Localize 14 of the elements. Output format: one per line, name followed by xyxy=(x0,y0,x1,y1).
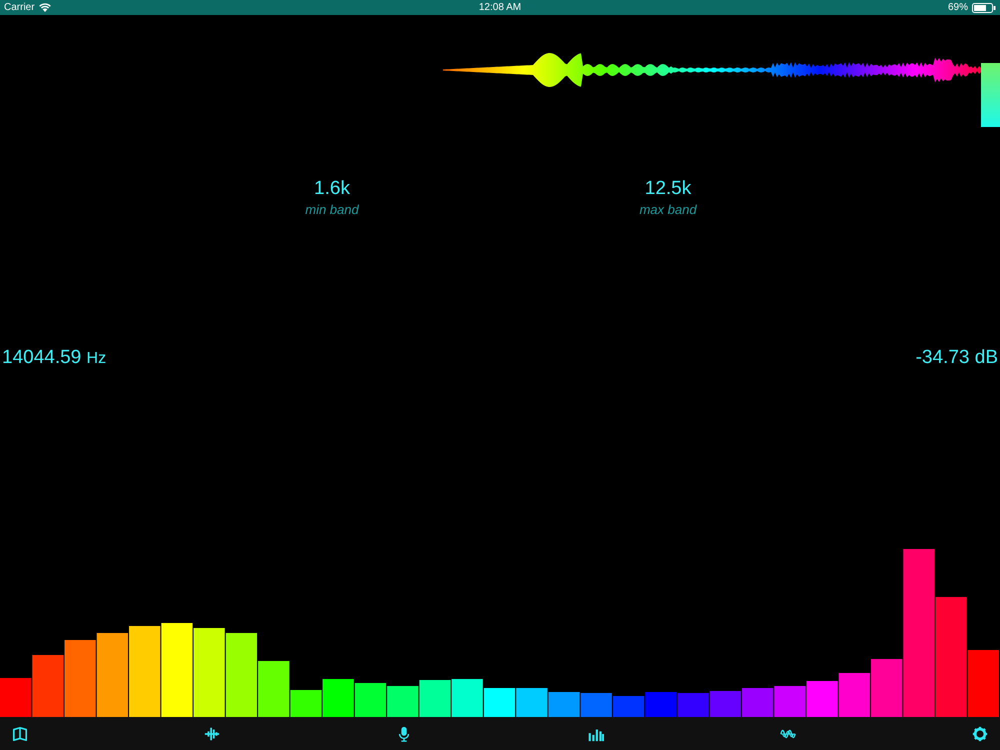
band-value: 1.6k xyxy=(314,178,350,200)
decibel-readout: -34.73 dB xyxy=(916,347,998,369)
carrier-label: Carrier xyxy=(4,2,35,13)
level-meter xyxy=(981,63,1000,127)
battery-percent: 69% xyxy=(948,2,968,13)
wifi-icon xyxy=(38,3,51,12)
band-value: 12.5k xyxy=(644,178,692,200)
book-icon[interactable] xyxy=(11,724,29,742)
band-label: min band xyxy=(305,202,359,217)
gear-icon[interactable] xyxy=(971,724,989,742)
band-label: max band xyxy=(639,202,697,217)
battery-icon xyxy=(972,2,996,12)
clock-time: 12:08 AM xyxy=(478,2,522,13)
frequency-readout: 14044.59 Hz xyxy=(2,347,106,369)
